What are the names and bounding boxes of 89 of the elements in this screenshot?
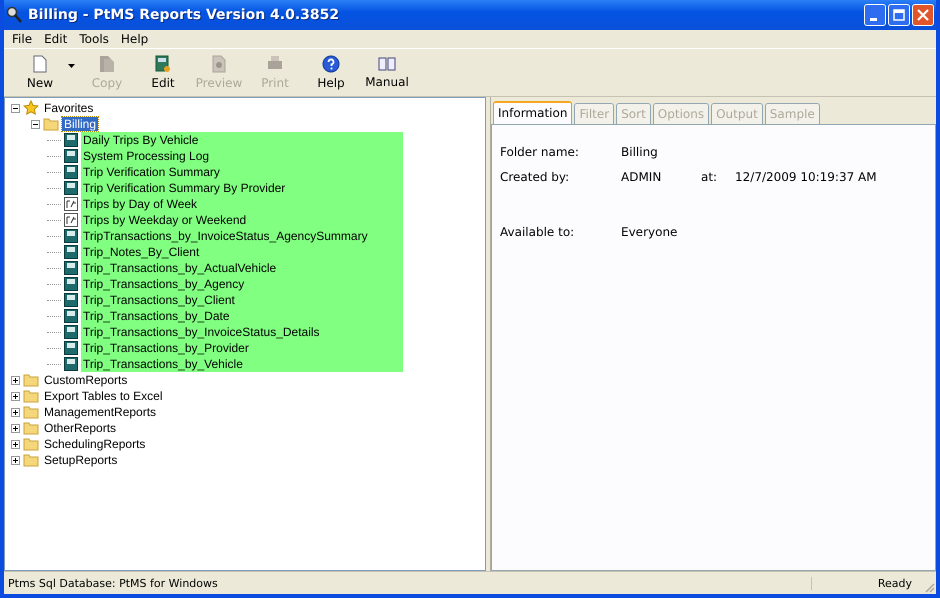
tree-item[interactable]: ManagementReports: [42, 405, 158, 419]
tree-item[interactable]: CustomReports: [42, 373, 130, 387]
chart-icon: [64, 197, 78, 211]
tree-item[interactable]: SetupReports: [42, 453, 120, 467]
report-icon: [64, 325, 78, 339]
toolbar-button[interactable]: Help: [303, 53, 359, 92]
report-icon: [64, 133, 78, 147]
tree-item[interactable]: Trips by Weekday or Weekend: [81, 212, 403, 228]
folder-icon: [23, 389, 39, 403]
field-label: Available to:: [500, 224, 576, 238]
tree-item[interactable]: Trip Verification Summary By Provider: [81, 180, 403, 196]
tree-item[interactable]: Billing: [62, 117, 98, 131]
tree-item[interactable]: Trips by Day of Week: [81, 196, 403, 212]
close-button[interactable]: [912, 4, 934, 26]
chart-icon: [64, 213, 78, 227]
help-icon: [322, 55, 340, 73]
report-icon: [64, 165, 78, 179]
collapse-toggle[interactable]: [31, 120, 40, 128]
tree-item[interactable]: Trip_Transactions_by_Client: [81, 292, 403, 308]
tree-item[interactable]: Trip_Transactions_by_Provider: [81, 340, 403, 356]
tree-item[interactable]: Trip_Transactions_by_ActualVehicle: [81, 260, 403, 276]
resize-grip-icon: [923, 581, 935, 593]
tree-item[interactable]: Export Tables to Excel: [42, 389, 165, 403]
toolbar-button[interactable]: Manual: [359, 54, 415, 91]
report-icon: [64, 149, 78, 163]
report-icon: [64, 229, 78, 243]
report-icon: [64, 261, 78, 275]
menu-item[interactable]: Edit: [38, 32, 74, 46]
tree-item[interactable]: OtherReports: [42, 421, 118, 435]
field-label: Folder name:: [500, 144, 580, 158]
tab[interactable]: Information: [493, 101, 572, 125]
expand-toggle[interactable]: [11, 456, 20, 464]
menu-item[interactable]: Tools: [73, 32, 115, 46]
edit-icon: [155, 55, 171, 73]
maximize-icon: [893, 9, 905, 21]
report-icon: [64, 309, 78, 323]
menu-item[interactable]: File: [6, 32, 38, 46]
tree-item[interactable]: Trip_Transactions_by_InvoiceStatus_Details: [81, 324, 403, 340]
close-icon: [917, 9, 929, 21]
report-icon: [64, 357, 78, 371]
report-icon: [64, 293, 78, 307]
tree-item[interactable]: System Processing Log: [81, 148, 403, 164]
folder-icon: [23, 373, 39, 387]
expand-toggle[interactable]: [11, 392, 20, 400]
report-icon: [64, 181, 78, 195]
tree-item[interactable]: TripTransactions_by_InvoiceStatus_AgencySummary: [81, 228, 403, 244]
tree-item[interactable]: Trip_Transactions_by_Date: [81, 308, 403, 324]
folder-icon: [23, 421, 39, 435]
field-value: Everyone: [621, 224, 678, 238]
tree-item[interactable]: Favorites: [42, 101, 96, 115]
report-icon: [64, 341, 78, 355]
dropdown-arrow-icon[interactable]: [68, 64, 75, 68]
copy-icon: [99, 55, 115, 73]
magnifier-icon: [6, 6, 22, 24]
report-icon: [64, 277, 78, 291]
folder-icon: [43, 117, 59, 131]
expand-toggle[interactable]: [11, 440, 20, 448]
field-label: Created by:: [500, 170, 570, 184]
menu-item[interactable]: Help: [114, 32, 154, 46]
field-label: at:: [701, 170, 718, 184]
folder-icon: [23, 453, 39, 467]
tree-item[interactable]: SchedulingReports: [42, 437, 148, 451]
book-icon: [378, 56, 396, 72]
tree-item[interactable]: Trip_Transactions_by_Agency: [81, 276, 403, 292]
tree-item[interactable]: Trip_Notes_By_Client: [81, 244, 403, 260]
field-value: ADMIN: [621, 170, 662, 184]
page-icon: [32, 55, 48, 73]
minimize-button[interactable]: [864, 4, 886, 26]
tree-item[interactable]: Trip Verification Summary: [81, 164, 403, 180]
expand-toggle[interactable]: [11, 408, 20, 416]
maximize-button[interactable]: [888, 4, 910, 26]
collapse-toggle[interactable]: [11, 104, 20, 112]
status-text: Ptms Sql Database: PtMS for Windows: [7, 576, 219, 590]
status-text: Ready: [811, 576, 936, 590]
folder-icon: [23, 437, 39, 451]
minimize-icon: [870, 18, 876, 20]
window-title: Billing - PtMS Reports Version 4.0.3852: [28, 7, 340, 23]
preview-icon: [211, 55, 227, 73]
report-icon: [64, 245, 78, 259]
tree-item[interactable]: Daily Trips By Vehicle: [81, 132, 403, 148]
folder-icon: [23, 405, 39, 419]
toolbar-button[interactable]: New: [12, 53, 68, 92]
expand-toggle[interactable]: [11, 424, 20, 432]
tree-item[interactable]: Trip_Transactions_by_Vehicle: [81, 356, 403, 372]
toolbar-button[interactable]: Edit: [135, 53, 191, 92]
expand-toggle[interactable]: [11, 376, 20, 384]
star-icon: [23, 100, 39, 116]
field-value: Billing: [621, 144, 658, 158]
field-value: 12/7/2009 10:19:37 AM: [735, 170, 877, 184]
